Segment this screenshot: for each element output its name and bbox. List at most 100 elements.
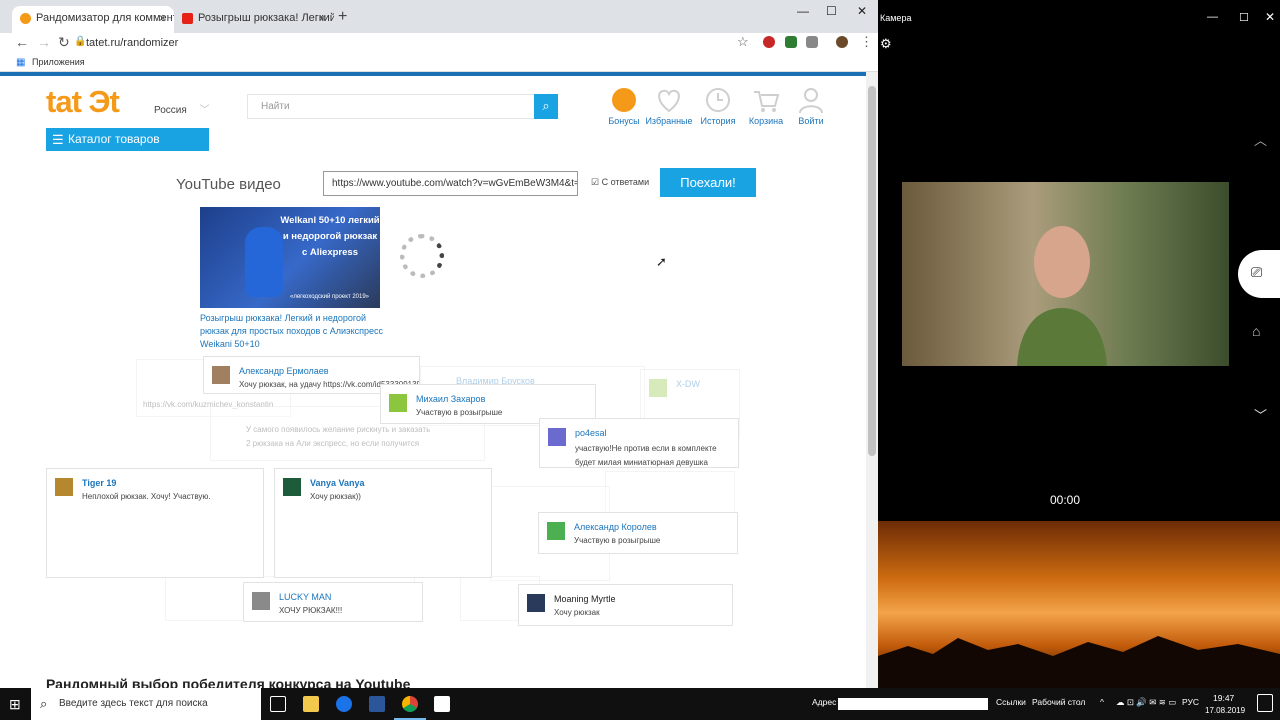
- reload-icon[interactable]: ↻: [58, 34, 70, 51]
- star-icon[interactable]: ☆: [737, 34, 749, 50]
- youtube-favicon-icon: [182, 13, 193, 24]
- apps-bookmark[interactable]: Приложения: [32, 57, 85, 67]
- video-mode-button[interactable]: ⎚: [1238, 250, 1280, 298]
- checkbox-checked-icon: ☑: [591, 177, 600, 187]
- video-url-input[interactable]: https://www.youtube.com/watch?v=wGvEmBeW…: [323, 171, 578, 196]
- browser-window: Рандомизатор для комментар × Розыгрыш рю…: [0, 0, 878, 688]
- browser-toolbar: ← → ↻ 🔒 tatet.ru/randomizer ☆ ⋮: [0, 33, 878, 53]
- avatar: [212, 366, 230, 384]
- avatar: [283, 478, 301, 496]
- windows-start-icon[interactable]: ⊞: [9, 696, 21, 713]
- search-icon: ⌕: [40, 696, 48, 711]
- clock-time[interactable]: 19:47: [1213, 693, 1234, 703]
- video-thumbnail[interactable]: Welkanl 50+10 легкий и недорогой рюкзак …: [200, 207, 380, 308]
- avatar: [55, 478, 73, 496]
- tray-chevron-up-icon[interactable]: ^: [1100, 697, 1104, 707]
- address-bar[interactable]: tatet.ru/randomizer: [86, 37, 178, 49]
- edge-icon[interactable]: [336, 696, 352, 712]
- sun-icon[interactable]: [610, 86, 638, 114]
- taskbar: ⊞ ⌕ Введите здесь текст для поиска Адрес…: [0, 688, 1280, 720]
- avatar: [649, 379, 667, 397]
- tatet-favicon-icon: [20, 13, 31, 24]
- photo-camera-icon[interactable]: ⌂: [1252, 323, 1260, 339]
- address-toolbar-input[interactable]: [838, 698, 988, 710]
- youtube-video-label: YouTube видео: [176, 176, 281, 193]
- backpack-image: [245, 227, 283, 297]
- user-icon[interactable]: [797, 86, 825, 114]
- new-tab-icon[interactable]: +: [338, 8, 347, 26]
- desktop-label[interactable]: Рабочий стол: [1032, 697, 1085, 707]
- video-title-link[interactable]: Розыгрыш рюкзака! Легкий и недорогой рюк…: [200, 312, 390, 351]
- comment-card: Moaning Myrtle Хочу рюкзак: [518, 584, 733, 626]
- notifications-icon[interactable]: [1257, 694, 1273, 712]
- video-camera-icon: ⎚: [1251, 264, 1263, 280]
- back-icon[interactable]: ←: [15, 34, 29, 50]
- comment-card: Vanya Vanya Хочу рюкзак)): [274, 468, 492, 578]
- heart-icon[interactable]: [655, 86, 683, 114]
- taskbar-search-input[interactable]: ⌕ Введите здесь текст для поиска: [31, 688, 261, 720]
- minimize-icon[interactable]: —: [797, 4, 809, 18]
- adblock-icon[interactable]: [763, 36, 775, 48]
- extension-icon[interactable]: [806, 36, 818, 48]
- close-window-icon[interactable]: ✕: [857, 4, 867, 18]
- search-input[interactable]: Найти: [247, 94, 535, 119]
- file-explorer-icon[interactable]: [303, 696, 319, 712]
- cart-icon[interactable]: [752, 86, 780, 114]
- tray-icons[interactable]: ☁ ⊡ 🔊 ✉ ≋ ▭: [1116, 697, 1176, 708]
- tree-silhouette-image: [878, 636, 1280, 688]
- bonuses-label[interactable]: Бонусы: [599, 116, 649, 126]
- section-heading: Рандомный выбор победителя конкурса на Y…: [46, 676, 411, 688]
- maximize-icon[interactable]: ☐: [826, 4, 837, 18]
- recording-timer: 00:00: [1050, 493, 1081, 507]
- camera-app-icon[interactable]: [434, 696, 450, 712]
- person-image: [1017, 226, 1107, 366]
- avatar[interactable]: [836, 36, 848, 48]
- history-label[interactable]: История: [693, 116, 743, 126]
- apps-grid-icon[interactable]: ▦: [16, 57, 25, 68]
- hamburger-icon: ☰: [52, 132, 64, 147]
- scrollbar-thumb[interactable]: [868, 86, 876, 456]
- with-replies-checkbox[interactable]: ☑ С ответами: [591, 177, 649, 188]
- cursor-icon: ➚: [656, 254, 667, 269]
- catalog-button[interactable]: ☰ Каталог товаров: [46, 128, 209, 151]
- close-tab-icon[interactable]: ×: [159, 6, 166, 31]
- go-button[interactable]: Поехали!: [660, 168, 756, 197]
- language-indicator[interactable]: РУС: [1182, 697, 1199, 707]
- avatar: [252, 592, 270, 610]
- menu-dots-icon[interactable]: ⋮: [860, 34, 873, 50]
- favorites-label[interactable]: Избранные: [644, 116, 694, 126]
- links-label[interactable]: Ссылки: [996, 697, 1026, 707]
- chevron-up-icon[interactable]: ︿: [1254, 130, 1267, 149]
- clock-icon[interactable]: [704, 86, 732, 114]
- site-logo[interactable]: tat Эt: [46, 84, 120, 120]
- clock-date[interactable]: 17.08.2019: [1205, 706, 1245, 715]
- task-view-icon[interactable]: [270, 696, 286, 712]
- page-scrollbar[interactable]: [866, 72, 878, 688]
- word-icon[interactable]: [369, 696, 385, 712]
- maximize-icon[interactable]: ☐: [1239, 11, 1249, 24]
- cart-label[interactable]: Корзина: [741, 116, 791, 126]
- chrome-icon[interactable]: [402, 696, 418, 712]
- loading-spinner-icon: [400, 234, 444, 278]
- minimize-icon[interactable]: —: [1207, 11, 1218, 23]
- close-window-icon[interactable]: ✕: [1265, 10, 1275, 24]
- comment-card: po4esal участвую!Не против если в компле…: [539, 418, 739, 468]
- lock-icon: 🔒: [74, 36, 87, 47]
- chevron-down-icon[interactable]: ﹀: [1254, 405, 1267, 424]
- avatar: [547, 522, 565, 540]
- close-tab-icon[interactable]: ×: [319, 6, 326, 31]
- forward-icon[interactable]: →: [37, 34, 51, 50]
- address-toolbar-label: Адрес: [812, 697, 837, 707]
- thumbnail-text: Welkanl 50+10 легкий и недорогой рюкзак …: [280, 215, 380, 258]
- bookmarks-bar: ▦ Приложения: [0, 53, 878, 72]
- extension-icon[interactable]: [785, 36, 797, 48]
- search-button[interactable]: ⌕: [534, 94, 558, 119]
- tab-youtube[interactable]: Розыгрыш рюкзака! Легкий и н ×: [174, 6, 334, 33]
- comment-card: Александр Королев Участвую в розыгрыше: [538, 512, 738, 554]
- tab-randomizer[interactable]: Рандомизатор для комментар ×: [12, 6, 174, 33]
- gear-icon[interactable]: ⚙: [880, 36, 892, 52]
- search-icon: ⌕: [542, 98, 550, 113]
- tab-bar: Рандомизатор для комментар × Розыгрыш рю…: [0, 0, 878, 33]
- region-selector[interactable]: Россия ﹀: [154, 101, 210, 116]
- login-label[interactable]: Войти: [786, 116, 836, 126]
